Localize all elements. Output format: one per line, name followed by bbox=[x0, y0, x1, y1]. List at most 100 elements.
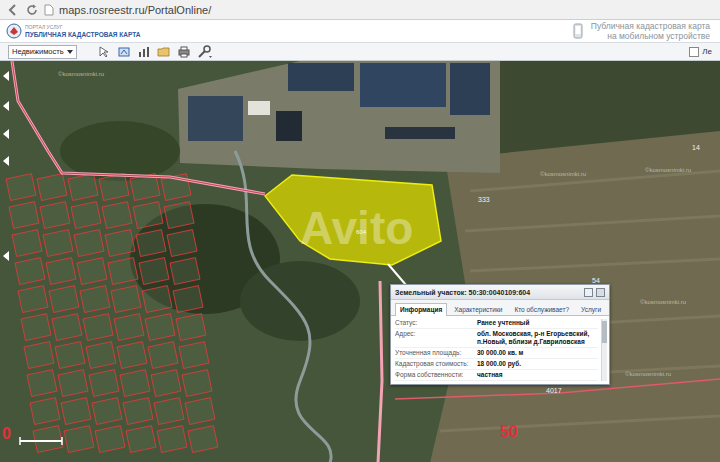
lot[interactable] bbox=[58, 370, 88, 397]
map[interactable]: ©kosmosnimki.ru©kosmosnimki.ru©kosmosnim… bbox=[0, 61, 720, 462]
lot[interactable] bbox=[114, 314, 144, 341]
lot[interactable] bbox=[12, 230, 42, 257]
parcel-number[interactable]: 604 bbox=[356, 229, 366, 235]
back-arrow-icon[interactable] bbox=[6, 3, 20, 17]
lot[interactable] bbox=[40, 202, 70, 229]
lot[interactable] bbox=[24, 342, 54, 369]
popup-tab[interactable]: Кто обслуживает? bbox=[509, 303, 574, 315]
chart-tool-icon[interactable] bbox=[137, 45, 151, 59]
print-icon[interactable] bbox=[177, 45, 191, 59]
lot[interactable] bbox=[102, 202, 132, 229]
lot[interactable] bbox=[89, 370, 119, 397]
lot[interactable] bbox=[123, 398, 153, 425]
legend-checkbox[interactable] bbox=[689, 47, 699, 57]
pan-arrow-icon[interactable] bbox=[3, 101, 9, 111]
pan-arrow-icon[interactable] bbox=[3, 156, 9, 166]
legend-toggle[interactable]: Ле bbox=[689, 47, 712, 57]
lot[interactable] bbox=[154, 398, 184, 425]
lot[interactable] bbox=[18, 286, 48, 313]
district-boundary bbox=[12, 61, 265, 194]
lot[interactable] bbox=[43, 230, 73, 257]
info-row: Форма собственности:частная bbox=[395, 371, 598, 381]
selected-parcel[interactable] bbox=[265, 175, 441, 265]
pan-arrow-icon[interactable] bbox=[3, 251, 9, 261]
reload-icon[interactable] bbox=[25, 3, 39, 17]
lot[interactable] bbox=[179, 342, 209, 369]
lot[interactable] bbox=[64, 426, 94, 453]
lot[interactable] bbox=[188, 426, 218, 453]
pan-arrow-icon[interactable] bbox=[3, 71, 9, 81]
lot[interactable] bbox=[61, 398, 91, 425]
lot[interactable] bbox=[71, 202, 101, 229]
lot[interactable] bbox=[46, 258, 76, 285]
lot[interactable] bbox=[167, 230, 197, 257]
scrollbar-thumb[interactable] bbox=[602, 321, 607, 343]
lot[interactable] bbox=[92, 398, 122, 425]
lot[interactable] bbox=[126, 426, 156, 453]
lot[interactable] bbox=[117, 342, 147, 369]
portal-logo[interactable]: ПОРТАЛ УСЛУГПУБЛИЧНАЯ КАДАСТРОВАЯ КАРТА bbox=[6, 23, 140, 39]
area-tool-icon[interactable] bbox=[117, 45, 131, 59]
tool-group bbox=[97, 45, 670, 59]
lot[interactable] bbox=[86, 342, 116, 369]
lot[interactable] bbox=[105, 230, 135, 257]
lot[interactable] bbox=[136, 230, 166, 257]
info-row: Адрес:обл. Московская, р-н Егорьевский, … bbox=[395, 330, 598, 348]
lot[interactable] bbox=[145, 314, 175, 341]
lot-boundaries bbox=[6, 174, 218, 453]
satellite-map[interactable] bbox=[0, 61, 720, 462]
pan-arrow-icon[interactable] bbox=[3, 129, 9, 139]
lot[interactable] bbox=[142, 286, 172, 313]
lot[interactable] bbox=[170, 258, 200, 285]
lot[interactable] bbox=[151, 370, 181, 397]
popup-tab[interactable]: Характеристики bbox=[449, 303, 507, 315]
info-value: 18 000.00 руб. bbox=[477, 360, 598, 368]
layer-select[interactable]: Недвижимость bbox=[8, 45, 77, 59]
lot[interactable] bbox=[37, 174, 67, 201]
lot[interactable] bbox=[173, 286, 203, 313]
mobile-text-line: на мобильном устройстве bbox=[607, 31, 710, 41]
lot[interactable] bbox=[164, 202, 194, 229]
lot[interactable] bbox=[148, 342, 178, 369]
lot[interactable] bbox=[30, 398, 60, 425]
lot[interactable] bbox=[27, 370, 57, 397]
lot[interactable] bbox=[111, 286, 141, 313]
lot[interactable] bbox=[55, 342, 85, 369]
close-icon[interactable] bbox=[596, 288, 605, 297]
map-label: 54 bbox=[592, 277, 600, 284]
lot[interactable] bbox=[120, 370, 150, 397]
lot[interactable] bbox=[9, 202, 39, 229]
lot[interactable] bbox=[99, 174, 129, 201]
select-tool-icon[interactable] bbox=[97, 45, 111, 59]
lot[interactable] bbox=[15, 258, 45, 285]
popup-tab[interactable]: Информация bbox=[395, 303, 447, 316]
lot[interactable] bbox=[139, 258, 169, 285]
lot[interactable] bbox=[6, 174, 36, 201]
popup-tab[interactable]: Услуги bbox=[576, 303, 606, 315]
lot[interactable] bbox=[52, 314, 82, 341]
lot[interactable] bbox=[182, 370, 212, 397]
tools-icon[interactable] bbox=[197, 45, 213, 59]
logo-text: ПОРТАЛ УСЛУГПУБЛИЧНАЯ КАДАСТРОВАЯ КАРТА bbox=[25, 24, 140, 38]
lot[interactable] bbox=[68, 174, 98, 201]
lot[interactable] bbox=[77, 258, 107, 285]
lot[interactable] bbox=[21, 314, 51, 341]
lot[interactable] bbox=[108, 258, 138, 285]
lot[interactable] bbox=[133, 202, 163, 229]
mobile-text: Публичная кадастровая картана мобильном … bbox=[591, 21, 710, 41]
lot[interactable] bbox=[49, 286, 79, 313]
lot[interactable] bbox=[74, 230, 104, 257]
lot[interactable] bbox=[95, 426, 125, 453]
folder-icon[interactable] bbox=[157, 45, 171, 59]
lot[interactable] bbox=[83, 314, 113, 341]
scrollbar[interactable] bbox=[601, 319, 607, 381]
lot[interactable] bbox=[80, 286, 110, 313]
lot[interactable] bbox=[157, 426, 187, 453]
mobile-link[interactable]: Публичная кадастровая картана мобильном … bbox=[573, 21, 710, 41]
lot[interactable] bbox=[176, 314, 206, 341]
address-bar[interactable]: maps.rosreestr.ru/PortalOnline/ bbox=[59, 4, 211, 16]
lot[interactable] bbox=[33, 426, 63, 453]
lot[interactable] bbox=[185, 398, 215, 425]
maximize-icon[interactable] bbox=[584, 288, 593, 297]
emblem-icon bbox=[6, 23, 22, 39]
